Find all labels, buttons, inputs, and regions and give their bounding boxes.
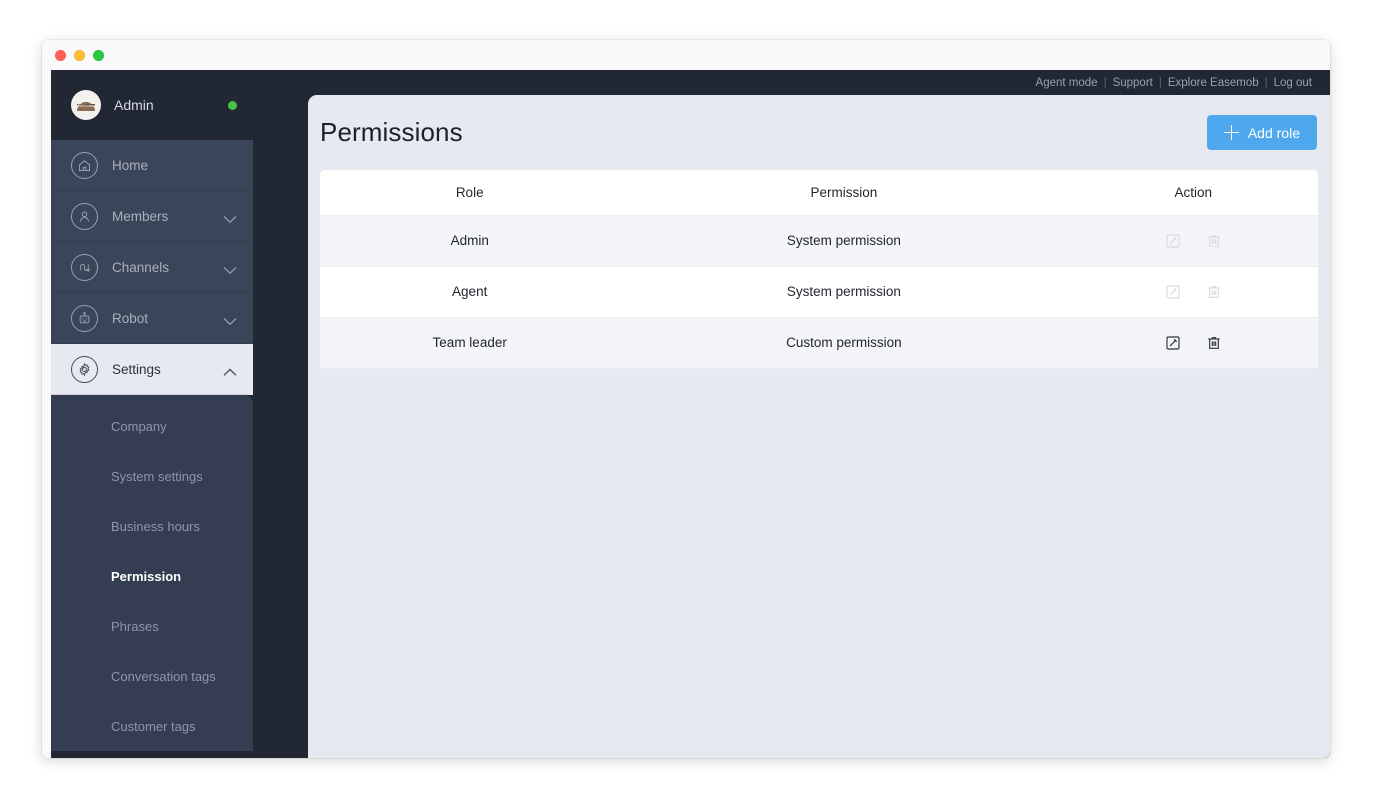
column-header-permission: Permission: [619, 170, 1069, 216]
sidebar-item-label: Home: [112, 157, 149, 173]
top-nav-explore-easemob[interactable]: Explore Easemob: [1162, 77, 1265, 89]
submenu-item-label: Company: [111, 418, 167, 434]
cell-permission: System permission: [619, 215, 1069, 267]
top-nav-support[interactable]: Support: [1107, 77, 1159, 89]
submenu-item-system-settings[interactable]: System settings: [51, 451, 253, 501]
cell-permission: System permission: [619, 266, 1069, 318]
table-row: Admin System permission: [320, 215, 1318, 267]
edit-icon[interactable]: [1164, 334, 1181, 351]
cell-role: Admin: [320, 215, 620, 267]
sidebar-item-label: Settings: [112, 362, 161, 377]
table-header-row: Role Permission Action: [320, 170, 1318, 216]
submenu-item-label: Business hours: [111, 518, 200, 534]
window-titlebar: [42, 40, 1330, 70]
row-actions: [1068, 334, 1318, 351]
add-role-button[interactable]: Add role: [1206, 115, 1317, 150]
maximize-window-button[interactable]: [93, 49, 104, 61]
top-nav-log-out[interactable]: Log out: [1268, 77, 1318, 89]
chevron-down-icon[interactable]: [223, 263, 237, 274]
main-area: Agent mode | Support | Explore Easemob |…: [253, 70, 1330, 758]
page-title: Permissions: [320, 117, 463, 147]
channels-icon: [71, 253, 98, 281]
sidebar: Welcome Admin Home Members Channels Robo…: [51, 70, 253, 758]
sidebar-item-home[interactable]: Home: [51, 140, 253, 191]
trash-icon[interactable]: [1205, 334, 1222, 351]
column-header-role: Role: [320, 170, 620, 216]
chevron-down-icon[interactable]: [223, 212, 237, 223]
sidebar-item-members[interactable]: Members: [51, 191, 253, 242]
sidebar-item-robot[interactable]: Robot: [51, 293, 253, 344]
content-panel: Permissions Add role Role Permission Act…: [308, 95, 1330, 758]
trash-icon: [1205, 232, 1222, 249]
cell-permission: Custom permission: [619, 317, 1069, 369]
add-role-label: Add role: [1247, 124, 1300, 141]
settings-submenu: Company System settings Business hours P…: [51, 395, 253, 751]
submenu-item-label: System settings: [111, 468, 203, 484]
edit-icon: [1164, 283, 1181, 300]
chevron-down-icon[interactable]: [223, 314, 237, 325]
submenu-item-label: Phrases: [111, 618, 159, 634]
row-actions: [1068, 283, 1318, 300]
avatar-emblem-icon: Welcome: [75, 99, 97, 111]
edit-icon: [1164, 232, 1181, 249]
permissions-table: Role Permission Action Admin System perm…: [320, 170, 1318, 369]
chevron-up-icon[interactable]: [223, 365, 237, 376]
submenu-item-conversation-tags[interactable]: Conversation tags: [51, 651, 253, 701]
plus-icon: [1223, 125, 1239, 140]
submenu-item-business-hours[interactable]: Business hours: [51, 501, 253, 551]
sidebar-item-label: Robot: [112, 310, 149, 326]
app-viewport: Welcome Admin Home Members Channels Robo…: [51, 70, 1330, 758]
page-header: Permissions Add role: [308, 95, 1330, 170]
column-header-action: Action: [1068, 170, 1318, 216]
browser-window: Welcome Admin Home Members Channels Robo…: [42, 40, 1330, 758]
cell-action: [1068, 317, 1318, 369]
cell-action: [1068, 215, 1318, 267]
sidebar-item-label: Channels: [112, 259, 170, 275]
submenu-item-label: Customer tags: [111, 718, 196, 734]
row-actions: [1068, 232, 1318, 249]
submenu-item-company[interactable]: Company: [51, 401, 253, 451]
table-row: Agent System permission: [320, 266, 1318, 318]
trash-icon: [1205, 283, 1222, 300]
robot-icon: [71, 304, 98, 332]
profile-name: Admin: [114, 97, 154, 113]
table-row: Team leader Custom permission: [320, 317, 1318, 369]
sidebar-profile[interactable]: Welcome Admin: [51, 70, 253, 140]
sidebar-nav: Home Members Channels Robot Settings Com…: [51, 140, 253, 751]
table-body: Admin System permission Agent System per…: [320, 215, 1318, 369]
online-status-dot: [228, 100, 237, 110]
table-header: Role Permission Action: [320, 170, 1318, 216]
submenu-item-customer-tags[interactable]: Customer tags: [51, 701, 253, 751]
sidebar-item-settings[interactable]: Settings: [51, 344, 253, 395]
avatar: Welcome: [71, 90, 101, 120]
members-icon: [71, 202, 98, 230]
submenu-item-phrases[interactable]: Phrases: [51, 601, 253, 651]
cell-role: Team leader: [320, 317, 620, 369]
submenu-item-permission[interactable]: Permission: [51, 551, 253, 601]
top-nav: Agent mode | Support | Explore Easemob |…: [253, 70, 1330, 95]
submenu-item-label: Permission: [111, 568, 182, 584]
minimize-window-button[interactable]: [74, 49, 85, 61]
close-window-button[interactable]: [55, 49, 66, 61]
cell-action: [1068, 266, 1318, 318]
sidebar-item-label: Members: [112, 208, 169, 224]
top-nav-agent-mode[interactable]: Agent mode: [1030, 77, 1104, 89]
home-icon: [71, 151, 98, 179]
gear-icon: [71, 356, 98, 383]
cell-role: Agent: [320, 266, 620, 318]
submenu-item-label: Conversation tags: [111, 668, 216, 684]
permissions-table-card: Role Permission Action Admin System perm…: [320, 170, 1318, 369]
sidebar-item-channels[interactable]: Channels: [51, 242, 253, 293]
